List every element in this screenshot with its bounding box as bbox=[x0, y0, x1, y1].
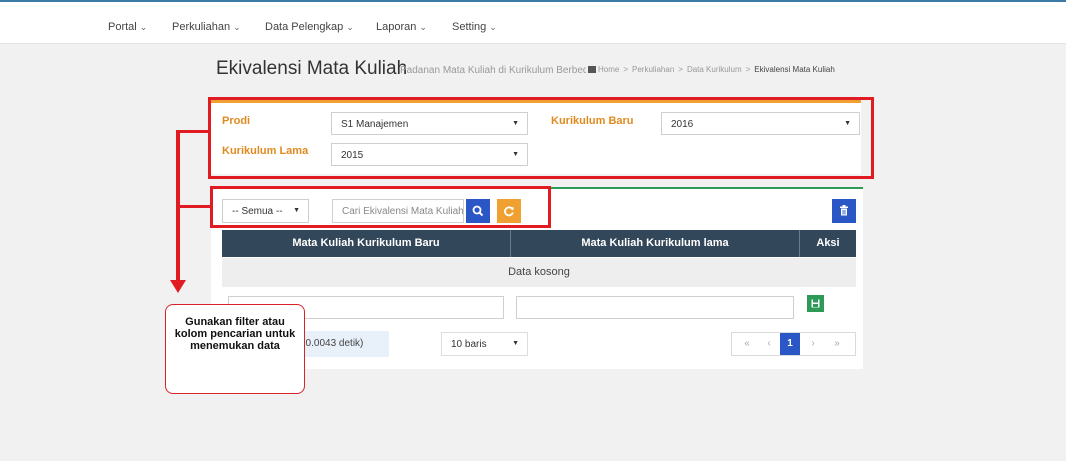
caret-down-icon: ▼ bbox=[512, 340, 519, 347]
nav-setting[interactable]: Setting ⌄ bbox=[452, 21, 497, 33]
empty-state-row: Data kosong bbox=[222, 258, 856, 287]
new-kurikulum-lama-input[interactable] bbox=[516, 296, 794, 319]
annotation-arrow-shaft bbox=[176, 130, 180, 282]
breadcrumb-current: Ekivalensi Mata Kuliah bbox=[754, 65, 835, 74]
delete-all-button[interactable] bbox=[832, 199, 856, 223]
next-page-button[interactable]: › bbox=[804, 333, 822, 355]
nav-label: Laporan bbox=[376, 21, 417, 33]
breadcrumb-separator: > bbox=[745, 65, 751, 74]
breadcrumb-data-kurikulum[interactable]: Data Kurikulum bbox=[687, 65, 742, 74]
breadcrumb-perkuliahan[interactable]: Perkuliahan bbox=[632, 65, 674, 74]
filter-highlight-box bbox=[208, 97, 874, 179]
home-icon bbox=[588, 66, 596, 74]
page-subtitle: Padanan Mata Kuliah di Kurikulum Berbeda bbox=[400, 65, 586, 76]
nav-label: Perkuliahan bbox=[172, 21, 231, 33]
nav-label: Setting bbox=[452, 21, 487, 33]
column-header-aksi: Aksi bbox=[816, 237, 840, 249]
annotation-callout: Gunakan filter atau kolom pencarian untu… bbox=[165, 304, 305, 394]
nav-label: Data Pelengkap bbox=[265, 21, 344, 33]
nav-data-pelengkap[interactable]: Data Pelengkap ⌄ bbox=[265, 21, 354, 33]
chevron-down-icon: ⌄ bbox=[233, 22, 241, 32]
last-page-button[interactable]: » bbox=[826, 333, 848, 355]
first-page-button[interactable]: « bbox=[736, 333, 758, 355]
nav-laporan[interactable]: Laporan ⌄ bbox=[376, 21, 427, 33]
page-title: Ekivalensi Mata Kuliah bbox=[216, 58, 408, 79]
breadcrumb-home[interactable]: Home bbox=[598, 65, 619, 74]
breadcrumb: Home > Perkuliahan > Data Kurikulum > Ekivalen… bbox=[588, 65, 835, 74]
annotation-connector bbox=[180, 130, 209, 133]
nav-perkuliahan[interactable]: Perkuliahan ⌄ bbox=[172, 21, 241, 33]
search-highlight-box bbox=[210, 186, 551, 228]
nav-label: Portal bbox=[108, 21, 137, 33]
save-icon bbox=[811, 299, 820, 308]
pagination: « ‹ 1 › » bbox=[731, 332, 856, 356]
column-header-kurikulum-lama[interactable]: Mata Kuliah Kurikulum lama bbox=[511, 230, 799, 257]
arrow-down-icon bbox=[170, 280, 186, 293]
rows-per-page-select[interactable]: 10 baris ▼ bbox=[441, 332, 528, 356]
rows-per-page-value: 10 baris bbox=[451, 339, 487, 350]
chevron-down-icon: ⌄ bbox=[419, 22, 427, 32]
table-info: , 0.0043 detik) bbox=[296, 331, 389, 357]
prev-page-button[interactable]: ‹ bbox=[760, 333, 778, 355]
chevron-down-icon: ⌄ bbox=[139, 22, 148, 32]
page-button-current[interactable]: 1 bbox=[780, 333, 800, 355]
table-header: Mata Kuliah Kurikulum Baru Mata Kuliah K… bbox=[222, 230, 856, 257]
annotation-connector bbox=[180, 205, 211, 208]
chevron-down-icon: ⌄ bbox=[346, 22, 354, 32]
column-header-kurikulum-baru[interactable]: Mata Kuliah Kurikulum Baru bbox=[222, 230, 510, 257]
chevron-down-icon: ⌄ bbox=[489, 22, 497, 32]
save-row-button[interactable] bbox=[807, 295, 824, 312]
breadcrumb-separator: > bbox=[678, 65, 683, 74]
breadcrumb-separator: > bbox=[623, 65, 629, 74]
trash-icon bbox=[840, 205, 848, 216]
top-navbar: Portal ⌄ Perkuliahan ⌄ Data Pelengkap ⌄ Lap… bbox=[0, 0, 1066, 44]
nav-portal[interactable]: Portal ⌄ bbox=[108, 21, 147, 33]
